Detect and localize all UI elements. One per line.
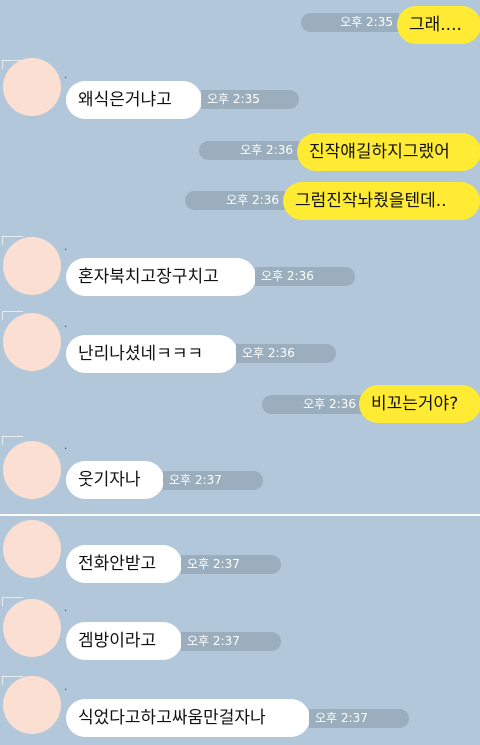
image-divider bbox=[0, 514, 480, 516]
message-time: 오후 2:35 bbox=[301, 13, 399, 32]
sender-name: . bbox=[64, 441, 68, 452]
message-time: 오후 2:36 bbox=[262, 395, 362, 414]
message-time: 오후 2:36 bbox=[199, 141, 299, 160]
avatar[interactable] bbox=[3, 599, 61, 657]
message-bubble-outgoing[interactable]: 그럼진작놔줬을텐데.. bbox=[283, 182, 480, 220]
message-bubble-incoming[interactable]: 식었다고하고싸움만걸자나 bbox=[66, 699, 310, 737]
avatar[interactable] bbox=[3, 313, 61, 371]
message-bubble-incoming[interactable]: 왜식은거냐고 bbox=[66, 81, 202, 119]
message-time: 오후 2:35 bbox=[201, 90, 299, 109]
message-time: 오후 2:36 bbox=[255, 267, 355, 286]
message-time: 오후 2:37 bbox=[181, 555, 281, 574]
message-bubble-incoming[interactable]: 전화안받고 bbox=[66, 545, 182, 583]
message-bubble-incoming[interactable]: 혼자북치고장구치고 bbox=[66, 258, 256, 296]
message-time: 오후 2:36 bbox=[185, 191, 285, 210]
message-bubble-outgoing[interactable]: 그래.... bbox=[397, 6, 480, 44]
sender-name: . bbox=[64, 603, 68, 614]
avatar[interactable] bbox=[3, 237, 61, 295]
message-bubble-outgoing[interactable]: 비꼬는거야? bbox=[359, 385, 480, 423]
avatar[interactable] bbox=[3, 676, 61, 734]
sender-name: . bbox=[64, 682, 68, 693]
sender-name: . bbox=[64, 319, 68, 330]
message-time: 오후 2:37 bbox=[181, 632, 281, 651]
avatar[interactable] bbox=[3, 520, 61, 578]
message-bubble-outgoing[interactable]: 진작얘길하지그랬어 bbox=[297, 133, 480, 171]
message-bubble-incoming[interactable]: 난리나셨네ㅋㅋㅋ bbox=[66, 335, 238, 373]
sender-name: . bbox=[64, 242, 68, 253]
message-bubble-incoming[interactable]: 겜방이라고 bbox=[66, 622, 182, 660]
message-time: 오후 2:37 bbox=[163, 471, 263, 490]
chat-area[interactable]: 오후 2:35 그래.... . 왜식은거냐고 오후 2:35 오후 2:36 … bbox=[0, 0, 480, 745]
message-time: 오후 2:36 bbox=[236, 344, 336, 363]
message-bubble-incoming[interactable]: 웃기자나 bbox=[66, 461, 164, 499]
avatar[interactable] bbox=[3, 58, 61, 116]
sender-name: . bbox=[64, 70, 68, 81]
avatar[interactable] bbox=[3, 441, 61, 499]
message-time: 오후 2:37 bbox=[309, 709, 409, 728]
